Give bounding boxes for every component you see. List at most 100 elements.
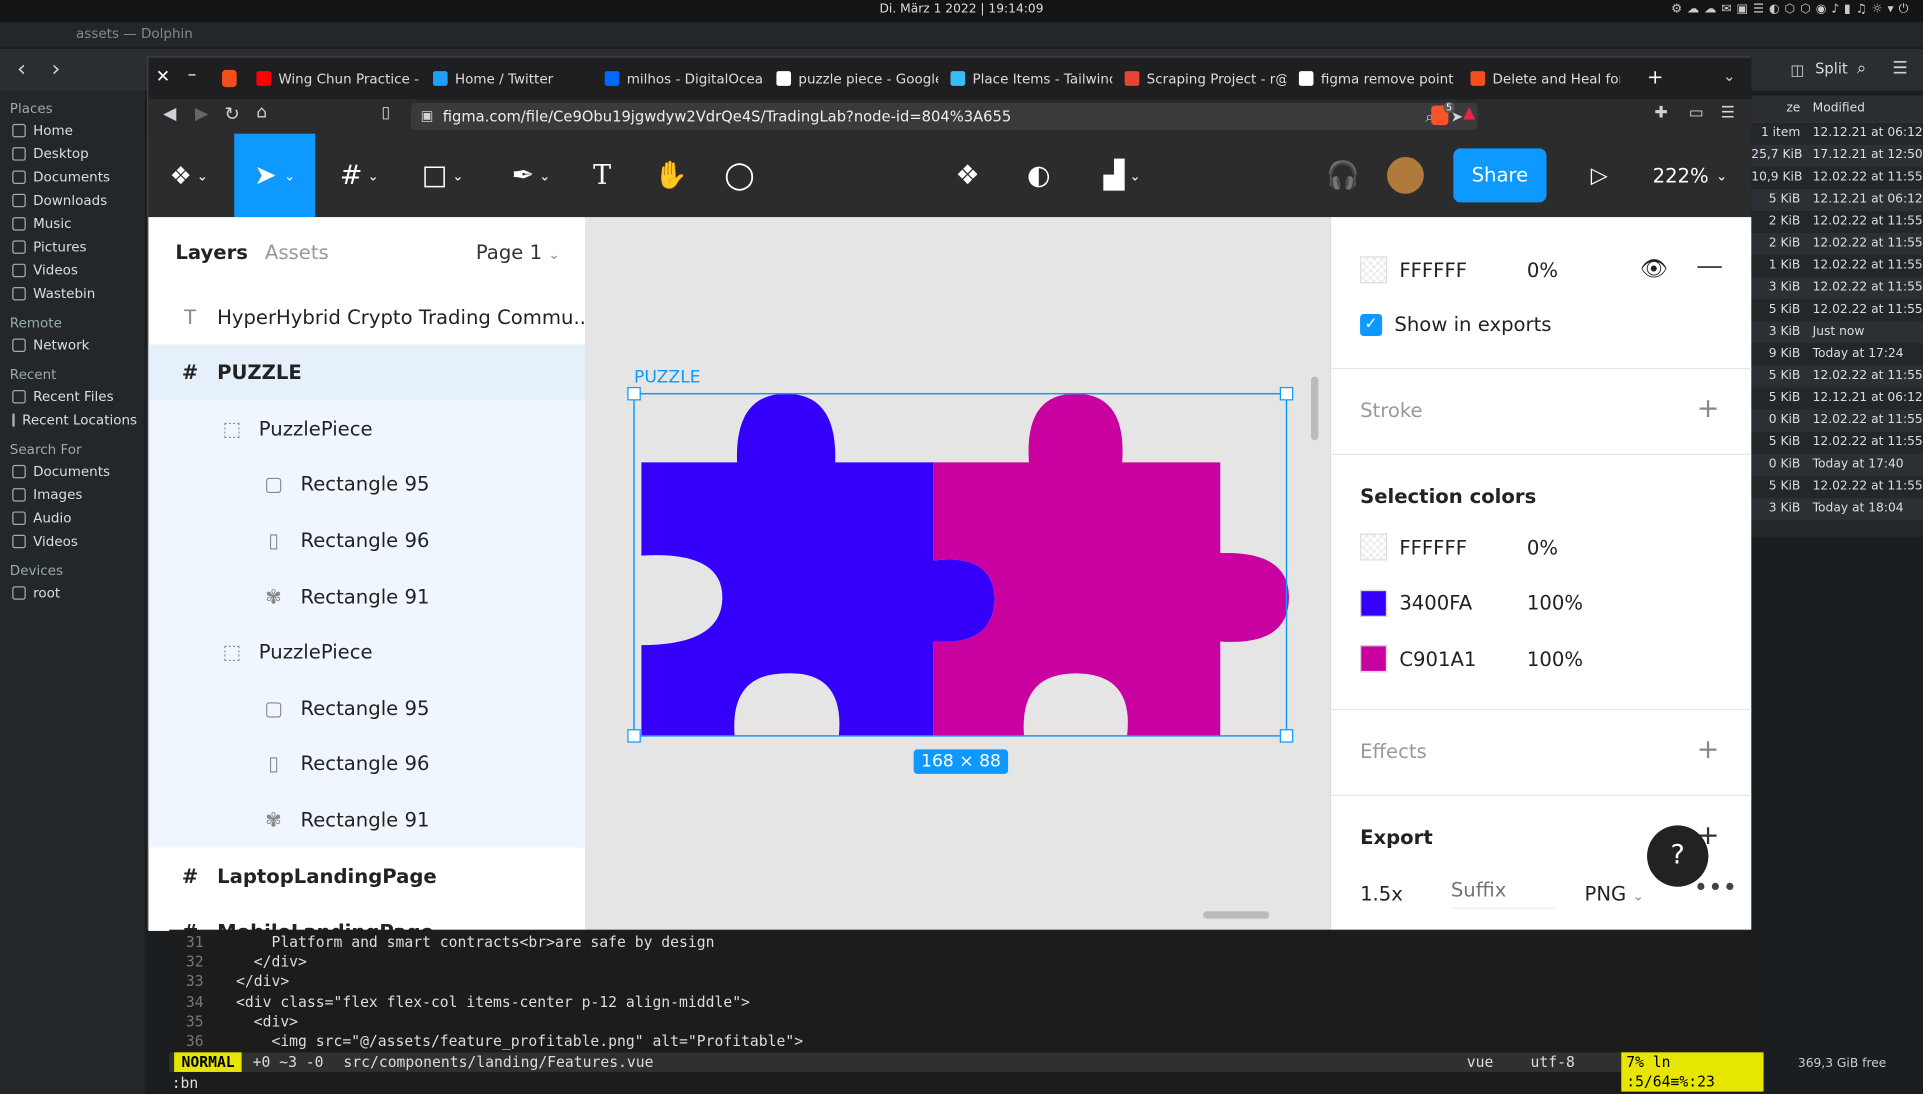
- layer-row[interactable]: ▯ Rectangle 96: [148, 735, 585, 793]
- figma-main-menu[interactable]: ❖ ⌄: [161, 134, 217, 217]
- browser-tab[interactable]: Wing Chun Practice - Yo: [256, 65, 421, 92]
- bookmark-icon[interactable]: ▯: [381, 104, 390, 122]
- layer-row[interactable]: # LaptopLandingPage: [148, 848, 585, 904]
- avatar[interactable]: [1384, 154, 1427, 197]
- split-button[interactable]: Split: [1815, 60, 1848, 77]
- column-modified[interactable]: Modified: [1808, 96, 1923, 122]
- vertical-scrollbar[interactable]: [1311, 376, 1319, 441]
- browser-tab[interactable]: figma remove point in: [1298, 65, 1458, 92]
- horizontal-scrollbar[interactable]: [1203, 911, 1270, 919]
- places-item[interactable]: Recent Files: [0, 385, 145, 408]
- split-icon[interactable]: ◫: [1791, 61, 1805, 78]
- fill-hex[interactable]: FFFFFF: [1399, 258, 1514, 281]
- hand-tool[interactable]: ✋: [651, 134, 690, 217]
- places-item[interactable]: Recent Locations: [0, 408, 145, 431]
- file-row[interactable]: 9 KiB Today at 17:24: [1751, 343, 1923, 365]
- column-size[interactable]: ze: [1751, 96, 1807, 122]
- pen-tool[interactable]: ✒ ⌄: [502, 134, 561, 217]
- color-hex[interactable]: 3400FA: [1399, 591, 1514, 614]
- file-row[interactable]: 5 KiB 12.02.22 at 11:55: [1751, 365, 1923, 388]
- zoom-menu[interactable]: 222% ⌄: [1647, 134, 1733, 217]
- file-row[interactable]: 1 KiB 12.02.22 at 11:55: [1751, 255, 1923, 277]
- file-row[interactable]: 3 KiB Today at 18:04: [1751, 497, 1923, 521]
- file-row[interactable]: 5 KiB 12.12.21 at 06:12: [1751, 188, 1923, 211]
- layer-row[interactable]: ▢ Rectangle 95: [148, 679, 585, 737]
- file-row[interactable]: 2 KiB 12.02.22 at 11:55: [1751, 211, 1923, 233]
- fill-opacity[interactable]: 0%: [1527, 258, 1558, 281]
- text-tool[interactable]: T: [583, 134, 622, 217]
- tab-layers[interactable]: Layers: [175, 240, 248, 263]
- eye-icon[interactable]: 👁: [1640, 256, 1668, 282]
- file-row[interactable]: 5 KiB 12.02.22 at 11:55: [1751, 299, 1923, 321]
- layer-row[interactable]: ⬚ PuzzlePiece: [148, 623, 585, 681]
- url-input[interactable]: ▣ figma.com/file/Ce9Obu19jgwdyw2VdrQe4S/…: [410, 103, 1478, 131]
- browser-tab[interactable]: Scraping Project - r@m: [1124, 65, 1286, 92]
- home-icon[interactable]: ⌂: [256, 103, 267, 123]
- present-button[interactable]: ▷: [1581, 134, 1618, 217]
- back-icon[interactable]: ‹: [17, 56, 26, 82]
- color-swatch[interactable]: [1360, 645, 1388, 673]
- suffix-input[interactable]: [1450, 872, 1557, 909]
- browser-tab[interactable]: Place Items - Tailwind C: [950, 65, 1112, 92]
- selection-color-row[interactable]: 3400FA 100%: [1360, 589, 1583, 617]
- file-row[interactable]: 10,9 KiB 12.02.22 at 11:55: [1751, 167, 1923, 189]
- puzzle-piece-magenta[interactable]: [933, 393, 1289, 736]
- places-item[interactable]: Pictures: [0, 235, 145, 258]
- file-row[interactable]: 1 item 12.12.21 at 06:12: [1751, 123, 1923, 145]
- layer-row[interactable]: ▯ Rectangle 96: [148, 511, 585, 569]
- file-row[interactable]: 0 KiB 12.02.22 at 11:55: [1751, 409, 1923, 432]
- rewards-icon[interactable]: ▲: [1463, 104, 1475, 122]
- remove-fill-icon[interactable]: —: [1696, 251, 1723, 282]
- resize-handle-tr[interactable]: [1279, 386, 1294, 401]
- places-item[interactable]: Documents: [0, 166, 145, 189]
- resize-handle-bl[interactable]: [627, 729, 641, 743]
- places-item[interactable]: Videos: [0, 530, 145, 553]
- browser-menu-icon[interactable]: ☰: [1721, 104, 1735, 122]
- fill-swatch[interactable]: [1360, 256, 1388, 284]
- layer-row[interactable]: ⬚ PuzzlePiece: [148, 400, 585, 457]
- browser-tab[interactable]: puzzle piece - Google S: [776, 65, 938, 92]
- frame-tool[interactable]: # ⌄: [330, 134, 389, 217]
- file-row[interactable]: 25,7 KiB 17.12.21 at 12:50: [1751, 144, 1923, 167]
- places-item[interactable]: Desktop: [0, 142, 145, 165]
- places-item[interactable]: root: [0, 581, 145, 604]
- forward-icon[interactable]: ▶: [195, 104, 208, 124]
- color-opacity[interactable]: 0%: [1527, 535, 1558, 558]
- page-selector[interactable]: Page 1 ⌄: [476, 240, 560, 263]
- color-swatch[interactable]: [1360, 533, 1388, 561]
- layer-row[interactable]: ▢ Rectangle 95: [148, 456, 585, 513]
- system-clock[interactable]: Di. März 1 2022 | 19:14:09: [0, 2, 1923, 15]
- places-item[interactable]: Downloads: [0, 189, 145, 212]
- export-scale[interactable]: 1.5x: [1360, 882, 1403, 905]
- places-item[interactable]: Network: [0, 334, 145, 357]
- tab-list-icon[interactable]: ⌄: [1723, 67, 1735, 84]
- layer-row[interactable]: T HyperHybrid Crypto Trading Commu...: [148, 288, 585, 344]
- help-button[interactable]: ?: [1647, 825, 1709, 887]
- places-item[interactable]: Images: [0, 483, 145, 506]
- color-swatch[interactable]: [1360, 589, 1388, 617]
- vim-command-line[interactable]: :bn: [172, 1074, 199, 1091]
- color-hex[interactable]: FFFFFF: [1399, 535, 1514, 558]
- figma-tab-icon[interactable]: [221, 69, 237, 88]
- file-row[interactable]: 3 KiB 12.02.22 at 11:55: [1751, 277, 1923, 300]
- forward-icon[interactable]: ›: [52, 56, 61, 82]
- browser-tab[interactable]: milhos - DigitalOcean: [604, 65, 764, 92]
- add-effect-icon[interactable]: +: [1697, 735, 1720, 766]
- layer-row[interactable]: # PUZZLE: [148, 344, 585, 401]
- places-item[interactable]: Documents: [0, 460, 145, 483]
- share-button[interactable]: Share: [1453, 148, 1547, 203]
- file-row[interactable]: 0 KiB Today at 17:40: [1751, 453, 1923, 476]
- resize-handle-br[interactable]: [1279, 729, 1294, 743]
- extensions-icon[interactable]: ✚: [1654, 104, 1667, 122]
- boolean-button[interactable]: ▟ ⌄: [1093, 134, 1152, 217]
- shape-tool[interactable]: □ ⌄: [413, 134, 472, 217]
- layer-row[interactable]: ✾ Rectangle 91: [148, 791, 585, 848]
- file-row[interactable]: 2 KiB 12.02.22 at 11:55: [1751, 233, 1923, 256]
- selection-color-row[interactable]: FFFFFF 0%: [1360, 533, 1558, 561]
- search-icon[interactable]: ⌕: [1857, 59, 1867, 79]
- checkbox-icon[interactable]: ✓: [1360, 313, 1383, 336]
- frame-label[interactable]: PUZZLE: [634, 368, 701, 388]
- system-tray-icons[interactable]: ⚙☁☁✉▣☰◐⬡⬡◉♪▮♫☼▾⏻: [1671, 2, 1913, 15]
- back-icon[interactable]: ◀: [163, 104, 176, 124]
- add-stroke-icon[interactable]: +: [1697, 394, 1720, 425]
